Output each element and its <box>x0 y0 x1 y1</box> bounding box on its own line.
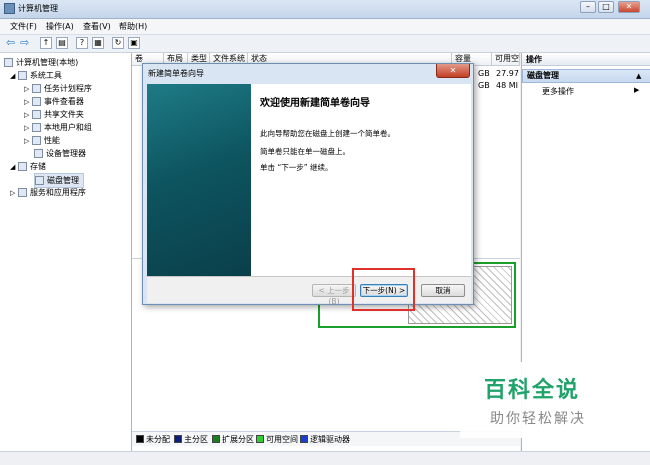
performance-icon <box>31 136 41 145</box>
tree-item-computer-management[interactable]: 计算机管理(本地) <box>4 56 78 69</box>
tree-item-local-users[interactable]: ▷ 本地用户和组 <box>24 121 92 134</box>
dialog-title: 新建简单卷向导 <box>148 69 204 78</box>
wizard-content: 欢迎使用新建简单卷向导 此向导帮助您在磁盘上创建一个简单卷。 简单卷只能在单一磁… <box>251 84 471 276</box>
legend-swatch-extended <box>212 435 220 443</box>
legend-swatch-unallocated <box>136 435 144 443</box>
help-icon[interactable]: ? <box>76 37 88 49</box>
legend-label: 逻辑驱动器 <box>310 435 350 444</box>
dialog-close-button[interactable]: ✕ <box>436 64 470 78</box>
tree-item-storage[interactable]: ◢ 存储 <box>10 160 46 173</box>
forward-arrow-icon[interactable]: ⇨ <box>20 37 31 49</box>
status-bar <box>0 451 650 465</box>
tree-item-system-tools[interactable]: ◢ 系统工具 <box>10 69 62 82</box>
legend-swatch-logical <box>300 435 308 443</box>
services-icon <box>17 188 27 197</box>
new-simple-volume-wizard: 新建简单卷向导 ✕ 欢迎使用新建简单卷向导 此向导帮助您在磁盘上创建一个简单卷。… <box>142 63 474 306</box>
watermark-subtitle: 助你轻松解决 <box>490 411 586 427</box>
back-button[interactable]: < 上一步(B) <box>312 284 356 306</box>
close-button[interactable]: ✕ <box>618 1 640 13</box>
tree-item-task-scheduler[interactable]: ▷ 任务计划程序 <box>24 82 92 95</box>
tools-icon <box>17 71 27 80</box>
cancel-button[interactable]: 取消 <box>421 284 465 297</box>
storage-icon <box>17 162 27 171</box>
actions-header: 操作 <box>522 53 650 66</box>
disk-tools-icon[interactable]: ▣ <box>128 37 140 49</box>
wizard-button-bar: < 上一步(B) 下一步(N) > 取消 <box>147 276 471 306</box>
menu-action[interactable]: 操作(A) <box>46 21 74 32</box>
navigation-tree: 计算机管理(本地) ◢ 系统工具 ▷ 任务计划程序 ▷ 事件查看器 ▷ 共享文件… <box>0 53 132 451</box>
wizard-text: 单击 “下一步” 继续。 <box>260 163 333 172</box>
more-actions-item[interactable]: 更多操作 ▶ <box>542 86 646 98</box>
back-arrow-icon[interactable]: ⇦ <box>6 37 17 49</box>
watermark-title: 百科全说 <box>484 378 581 403</box>
device-icon <box>34 149 43 158</box>
computer-management-icon <box>4 3 15 14</box>
wizard-side-banner <box>147 84 251 276</box>
toolbar: ⇦ ⇨ ↑ ▤ ? ▦ ↻ ▣ <box>0 35 650 53</box>
menu-help[interactable]: 帮助(H) <box>119 21 147 32</box>
clock-icon <box>31 84 41 93</box>
folder-icon <box>31 110 41 119</box>
wizard-heading: 欢迎使用新建简单卷向导 <box>260 98 370 109</box>
tree-item-event-viewer[interactable]: ▷ 事件查看器 <box>24 95 84 108</box>
disk-icon <box>35 176 44 185</box>
legend-label: 未分配 <box>146 435 170 444</box>
actions-section-disk-management[interactable]: 磁盘管理 ▲ <box>522 69 650 83</box>
window-title: 计算机管理 <box>18 4 58 13</box>
minimize-button[interactable]: – <box>580 1 596 13</box>
computer-icon <box>4 58 13 67</box>
tree-item-shared-folders[interactable]: ▷ 共享文件夹 <box>24 108 84 121</box>
menu-file[interactable]: 文件(F) <box>10 21 37 32</box>
menu-view[interactable]: 查看(V) <box>83 21 111 32</box>
menu-bar: 文件(F) 操作(A) 查看(V) 帮助(H) <box>0 19 650 35</box>
legend-label: 可用空间 <box>266 435 298 444</box>
tree-item-services-apps[interactable]: ▷ 服务和应用程序 <box>10 186 86 199</box>
maximize-button[interactable]: □ <box>598 1 614 13</box>
highlight-box <box>352 268 415 311</box>
refresh-icon[interactable]: ↻ <box>112 37 124 49</box>
watermark: 百科全说 助你轻松解决 <box>460 362 630 438</box>
legend-swatch-primary <box>174 435 182 443</box>
title-bar: 计算机管理 – □ ✕ <box>0 0 650 19</box>
tree-item-device-manager[interactable]: 设备管理器 <box>34 147 86 160</box>
legend-swatch-free-space <box>256 435 264 443</box>
legend-label: 扩展分区 <box>222 435 254 444</box>
properties-icon[interactable]: ▦ <box>92 37 104 49</box>
column-header-free[interactable]: 可用空 <box>492 53 520 65</box>
arrow-right-icon: ▶ <box>634 86 640 94</box>
up-folder-icon[interactable]: ↑ <box>40 37 52 49</box>
collapse-icon[interactable]: ▲ <box>636 70 641 82</box>
wizard-text: 此向导帮助您在磁盘上创建一个简单卷。 <box>260 129 395 138</box>
legend-label: 主分区 <box>184 435 208 444</box>
wizard-text: 简单卷只能在单一磁盘上。 <box>260 147 350 156</box>
show-tree-icon[interactable]: ▤ <box>56 37 68 49</box>
event-icon <box>31 97 41 106</box>
tree-item-performance[interactable]: ▷ 性能 <box>24 134 60 147</box>
users-icon <box>31 123 41 132</box>
